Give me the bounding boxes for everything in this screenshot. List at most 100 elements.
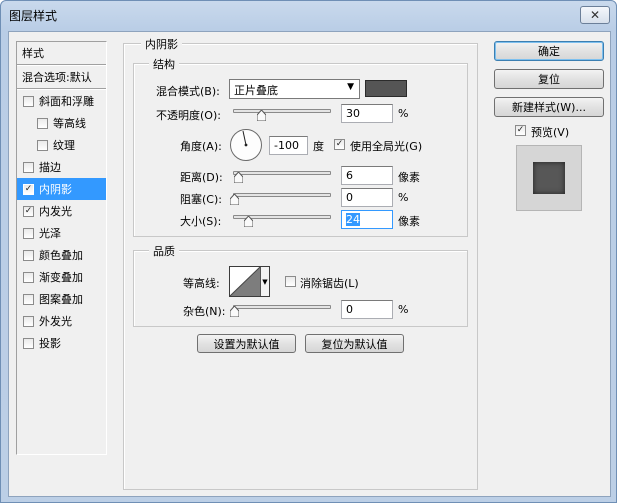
antialias-label: 消除锯齿(L) (300, 277, 359, 290)
ok-button[interactable]: 确定 (494, 41, 604, 61)
style-item-label: 图案叠加 (39, 293, 83, 306)
antialias-checkbox[interactable] (285, 276, 296, 287)
global-light-label: 使用全局光(G) (350, 140, 423, 153)
style-item-label: 光泽 (39, 227, 61, 240)
checkbox-pattern-overlay[interactable] (23, 293, 34, 305)
style-item-bevel[interactable]: 斜面和浮雕 (17, 90, 106, 112)
checkbox-satin[interactable] (23, 227, 34, 239)
style-item-contour[interactable]: 等高线 (17, 112, 106, 134)
size-label: 大小(S): (180, 215, 222, 228)
choke-unit: % (398, 191, 409, 204)
opacity-unit: % (398, 107, 409, 120)
checkbox-contour[interactable] (37, 117, 48, 129)
style-item-label: 描边 (39, 161, 61, 174)
dialog-body: 样式 混合选项:默认 斜面和浮雕 等高线 纹理 描边 ✓ 内阴影 ✓ 内发光 光泽 … (8, 31, 611, 497)
style-item-inner-glow[interactable]: ✓ 内发光 (17, 200, 106, 222)
global-light-checkbox[interactable]: ✓ (334, 139, 345, 150)
inner-shadow-title: 内阴影 (141, 36, 182, 52)
angle-dial[interactable] (229, 128, 263, 162)
distance-slider-track[interactable] (233, 171, 331, 175)
noise-slider-track[interactable] (233, 305, 331, 309)
preview-swatch (533, 162, 565, 194)
style-item-stroke[interactable]: 描边 (17, 156, 106, 178)
reset-button[interactable]: 复位 (494, 69, 604, 89)
style-item-color-overlay[interactable]: 颜色叠加 (17, 244, 106, 266)
checkbox-texture[interactable] (37, 139, 48, 151)
window-title: 图层样式 (9, 9, 58, 23)
style-item-label: 内阴影 (39, 183, 72, 196)
structure-title: 结构 (149, 56, 179, 72)
shadow-color-swatch[interactable] (365, 80, 407, 97)
blend-mode-label: 混合模式(B): (156, 85, 220, 98)
noise-label: 杂色(N): (183, 305, 226, 318)
make-default-button[interactable]: 设置为默认值 (197, 334, 296, 353)
style-item-gradient-overlay[interactable]: 渐变叠加 (17, 266, 106, 288)
contour-picker[interactable]: ▼ (229, 266, 270, 297)
checkbox-inner-glow[interactable]: ✓ (23, 205, 34, 217)
checkbox-drop-shadow[interactable] (23, 337, 34, 349)
style-item-inner-shadow[interactable]: ✓ 内阴影 (17, 178, 106, 200)
size-unit: 像素 (398, 215, 420, 228)
contour-label: 等高线: (183, 277, 220, 290)
distance-unit: 像素 (398, 171, 420, 184)
new-style-button[interactable]: 新建样式(W)... (494, 97, 604, 117)
quality-title: 品质 (149, 243, 179, 259)
checkbox-stroke[interactable] (23, 161, 34, 173)
dropdown-arrow-icon: ▼ (347, 82, 354, 92)
style-list-header[interactable]: 样式 (17, 42, 106, 64)
opacity-label: 不透明度(O): (156, 109, 221, 122)
style-item-label: 外发光 (39, 315, 72, 328)
style-item-label: 内发光 (39, 205, 72, 218)
style-item-outer-glow[interactable]: 外发光 (17, 310, 106, 332)
choke-label: 阻塞(C): (180, 193, 222, 206)
preview-label: 预览(V) (531, 126, 570, 139)
angle-unit: 度 (313, 140, 324, 153)
close-icon: ✕ (589, 8, 601, 22)
size-slider-thumb[interactable] (244, 216, 253, 227)
opacity-slider-thumb[interactable] (257, 110, 266, 121)
checkbox-inner-shadow[interactable]: ✓ (23, 183, 34, 195)
checkbox-gradient-overlay[interactable] (23, 271, 34, 283)
style-preview-thumbnail (516, 145, 582, 211)
noise-slider-thumb[interactable] (230, 306, 239, 317)
opacity-slider-track[interactable] (233, 109, 331, 113)
checkbox-color-overlay[interactable] (23, 249, 34, 261)
layer-style-dialog: 图层样式 ✕ 样式 混合选项:默认 斜面和浮雕 等高线 纹理 描边 ✓ 内阴影 ✓… (0, 0, 617, 503)
size-input[interactable]: 24 (341, 210, 393, 229)
choke-input[interactable]: 0 (341, 188, 393, 207)
distance-slider-thumb[interactable] (234, 172, 243, 183)
style-item-label: 渐变叠加 (39, 271, 83, 284)
contour-curve-icon (230, 267, 260, 296)
blend-mode-select[interactable]: 正片叠底 ▼ (229, 79, 360, 99)
close-button[interactable]: ✕ (580, 6, 610, 24)
style-item-label: 投影 (39, 337, 61, 350)
blend-options-item[interactable]: 混合选项:默认 (17, 66, 106, 88)
blend-mode-value: 正片叠底 (234, 84, 278, 97)
size-input-value: 24 (346, 213, 360, 226)
angle-input[interactable]: -100 (269, 136, 308, 155)
style-item-pattern-overlay[interactable]: 图案叠加 (17, 288, 106, 310)
style-item-label: 颜色叠加 (39, 249, 83, 262)
checkbox-outer-glow[interactable] (23, 315, 34, 327)
reset-to-default-button[interactable]: 复位为默认值 (305, 334, 404, 353)
noise-unit: % (398, 303, 409, 316)
choke-slider-thumb[interactable] (230, 194, 239, 205)
angle-label: 角度(A): (180, 140, 222, 153)
style-item-drop-shadow[interactable]: 投影 (17, 332, 106, 354)
checkbox-bevel[interactable] (23, 95, 34, 107)
contour-dropdown-arrow-icon[interactable]: ▼ (260, 267, 269, 296)
distance-input[interactable]: 6 (341, 166, 393, 185)
style-item-label: 纹理 (53, 139, 75, 152)
preview-checkbox[interactable]: ✓ (515, 125, 526, 136)
style-list: 样式 混合选项:默认 斜面和浮雕 等高线 纹理 描边 ✓ 内阴影 ✓ 内发光 光泽 … (16, 41, 107, 455)
opacity-input[interactable]: 30 (341, 104, 393, 123)
style-header-label: 样式 (22, 47, 44, 60)
blend-options-label: 混合选项:默认 (22, 71, 92, 84)
noise-input[interactable]: 0 (341, 300, 393, 319)
style-item-label: 等高线 (53, 117, 86, 130)
style-item-satin[interactable]: 光泽 (17, 222, 106, 244)
style-item-label: 斜面和浮雕 (39, 95, 94, 108)
choke-slider-track[interactable] (233, 193, 331, 197)
style-item-texture[interactable]: 纹理 (17, 134, 106, 156)
distance-label: 距离(D): (180, 171, 223, 184)
